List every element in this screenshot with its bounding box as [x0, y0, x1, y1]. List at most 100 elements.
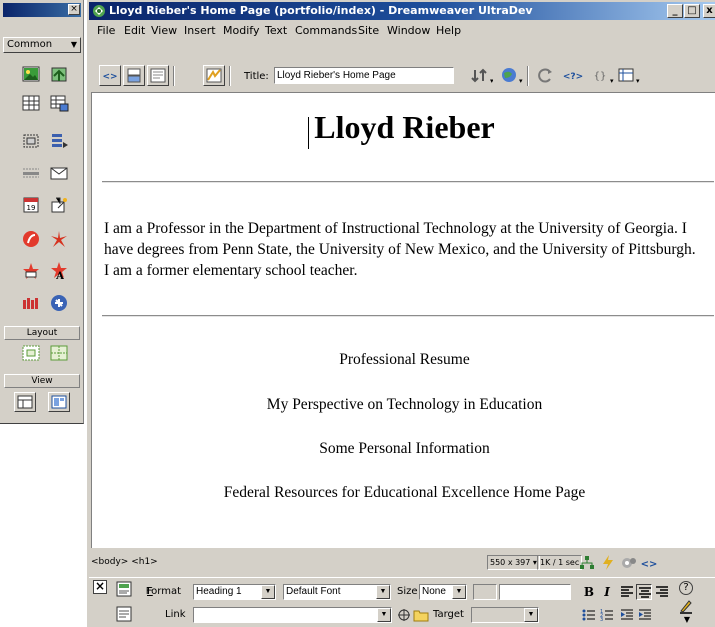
design-view-button[interactable]: [147, 65, 169, 86]
objects-category-select[interactable]: Common ▼: [3, 37, 81, 53]
quick-tag-editor-icon[interactable]: [678, 598, 694, 614]
menu-edit[interactable]: Edit: [124, 24, 145, 37]
page-heading[interactable]: Lloyd Rieber: [92, 109, 715, 146]
svg-text:▾: ▾: [610, 77, 614, 85]
link-professional-resume[interactable]: Professional Resume: [92, 351, 715, 369]
chevron-down-icon: ▼: [377, 608, 391, 622]
help-button[interactable]: ?: [679, 581, 693, 595]
title-label: Title:: [244, 71, 269, 82]
dreamweaver-logo-icon: [92, 4, 106, 18]
draw-layout-cell-icon[interactable]: [20, 342, 42, 364]
menu-view[interactable]: View: [151, 24, 177, 37]
svg-text:{}: {}: [594, 71, 607, 82]
live-data-view-button[interactable]: [203, 65, 225, 86]
document-window: Lloyd Rieber's Home Page (portfolio/inde…: [86, 0, 715, 627]
design-canvas[interactable]: Lloyd Rieber I am a Professor in the Dep…: [91, 92, 715, 548]
download-stats: 1K / 1 sec: [537, 555, 583, 570]
menu-modify[interactable]: Modify: [223, 24, 259, 37]
target-select[interactable]: ▼: [471, 607, 539, 623]
insert-generator-icon[interactable]: [20, 292, 42, 314]
layout-view-button[interactable]: [48, 392, 70, 412]
insert-tabular-data-icon[interactable]: [48, 92, 70, 114]
minimize-button[interactable]: _: [667, 4, 683, 18]
insert-image-icon[interactable]: [20, 64, 42, 86]
svg-text:▾: ▾: [490, 77, 493, 85]
menu-text[interactable]: Text: [265, 24, 287, 37]
text-color-input[interactable]: [499, 584, 571, 600]
align-center-icon[interactable]: [636, 584, 652, 600]
insert-horizontal-rule-icon[interactable]: [20, 162, 42, 184]
browse-folder-icon[interactable]: [413, 607, 429, 623]
outdent-icon[interactable]: [619, 607, 635, 623]
font-select[interactable]: Default Font ▼: [283, 584, 391, 600]
link-personal-information[interactable]: Some Personal Information: [92, 440, 715, 458]
unordered-list-icon[interactable]: [581, 607, 597, 623]
insert-fireworks-html-icon[interactable]: [48, 194, 70, 216]
italic-button[interactable]: I: [599, 584, 615, 600]
menu-commands[interactable]: Commands: [295, 24, 357, 37]
align-right-icon[interactable]: [654, 584, 670, 600]
file-management-icon[interactable]: ▾: [469, 65, 493, 86]
code-and-design-view-button[interactable]: [123, 65, 145, 86]
page-title-input[interactable]: [274, 67, 454, 84]
insert-fireworks-icon[interactable]: [48, 292, 70, 314]
svg-text:A: A: [55, 271, 64, 282]
insert-date-icon[interactable]: 19: [20, 194, 42, 216]
indent-icon[interactable]: [637, 607, 653, 623]
link-federal-resources[interactable]: Federal Resources for Educational Excell…: [92, 484, 715, 502]
insert-flash-text-icon[interactable]: A: [48, 260, 70, 282]
refresh-design-view-icon[interactable]: [534, 65, 558, 86]
draw-layout-table-icon[interactable]: [48, 342, 70, 364]
code-inspector-icon[interactable]: <>: [640, 554, 658, 571]
bold-button[interactable]: B: [581, 584, 597, 600]
point-to-file-icon[interactable]: [396, 607, 412, 623]
menu-file[interactable]: File: [97, 24, 115, 37]
objects-panel-titlebar[interactable]: ×: [3, 3, 81, 17]
maximize-button[interactable]: □: [684, 4, 700, 18]
close-button[interactable]: x: [703, 4, 715, 18]
insert-shockwave-icon[interactable]: [48, 228, 70, 250]
reference-panel-icon[interactable]: ▾: [616, 65, 640, 86]
bio-paragraph[interactable]: I am a Professor in the Department of In…: [104, 218, 704, 281]
standard-view-button[interactable]: [14, 392, 36, 412]
insert-navigation-bar-icon[interactable]: [48, 130, 70, 152]
text-color-swatch[interactable]: [473, 584, 497, 600]
insert-table-icon[interactable]: [20, 92, 42, 114]
align-left-icon[interactable]: [619, 584, 635, 600]
size-select[interactable]: None ▼: [419, 584, 467, 600]
site-window-icon[interactable]: [578, 554, 596, 571]
insert-email-link-icon[interactable]: [48, 162, 70, 184]
insert-flash-icon[interactable]: [20, 228, 42, 250]
property-inspector: × FFormat Heading 1 ▼ Default Font ▼ Siz…: [89, 577, 715, 627]
code-navigation-icon[interactable]: <?>: [561, 65, 585, 86]
close-inspector-icon[interactable]: ×: [93, 580, 107, 594]
code-view-button[interactable]: <>: [99, 65, 121, 86]
insert-layer-icon[interactable]: [20, 130, 42, 152]
insert-flash-button-icon[interactable]: [20, 260, 42, 282]
assets-icon[interactable]: [599, 554, 617, 571]
insert-rollover-image-icon[interactable]: [48, 64, 70, 86]
chevron-down-icon: ▼: [70, 40, 77, 49]
menu-insert[interactable]: Insert: [184, 24, 216, 37]
menu-window[interactable]: Window: [387, 24, 430, 37]
svg-text:▾: ▾: [519, 77, 523, 85]
menu-help[interactable]: Help: [436, 24, 461, 37]
horizontal-rule[interactable]: [102, 181, 714, 183]
view-options-icon[interactable]: {} ▾: [590, 65, 614, 86]
behaviors-icon[interactable]: [620, 554, 638, 571]
link-input[interactable]: ▼: [193, 607, 392, 623]
tag-selector[interactable]: <body> <h1>: [91, 557, 158, 567]
link-perspective-technology[interactable]: My Perspective on Technology in Educatio…: [92, 396, 715, 414]
window-size-selector[interactable]: 550 x 397 ▾: [487, 555, 540, 570]
ordered-list-icon[interactable]: 123: [599, 607, 615, 623]
format-select[interactable]: Heading 1 ▼: [193, 584, 276, 600]
toolbar-separator: [229, 66, 231, 86]
preview-in-browser-icon[interactable]: ▾: [499, 65, 523, 86]
expand-inspector-icon[interactable]: ▼: [679, 616, 695, 627]
objects-close-button[interactable]: ×: [68, 4, 80, 15]
link-label: Link: [165, 609, 186, 620]
layout-section-label: Layout: [4, 326, 80, 340]
menu-site[interactable]: Site: [358, 24, 379, 37]
window-titlebar[interactable]: Lloyd Rieber's Home Page (portfolio/inde…: [89, 2, 715, 20]
horizontal-rule[interactable]: [102, 315, 714, 317]
